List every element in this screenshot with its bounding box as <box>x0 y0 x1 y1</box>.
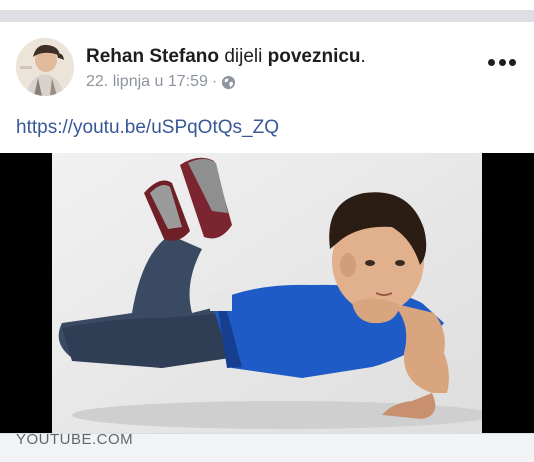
link-preview-image[interactable] <box>0 153 534 433</box>
post-meta: 22. lipnja u 17:59 · <box>86 73 236 91</box>
shared-object-link[interactable]: poveznicu <box>268 46 361 67</box>
more-dot <box>498 58 506 66</box>
header-period: . <box>360 46 366 67</box>
shared-link-url[interactable]: https://youtu.be/uSPqOtQs_ZQ <box>16 117 279 139</box>
feed-post: Rehan Stefano dijeli poveznicu. 22. lipn… <box>0 22 534 462</box>
globe-icon[interactable] <box>221 75 236 90</box>
feed-divider <box>0 10 534 22</box>
more-dot <box>509 58 516 66</box>
preview-photo <box>52 153 482 433</box>
timestamp[interactable]: 22. lipnja u 17:59 <box>86 73 208 91</box>
action-verb: dijeli <box>224 46 263 67</box>
previous-post-edge <box>0 0 534 10</box>
avatar-image <box>16 38 74 96</box>
more-dot <box>488 58 495 66</box>
more-options-icon[interactable] <box>486 55 518 69</box>
link-domain: YOUTUBE.COM <box>16 431 134 448</box>
meta-separator: · <box>211 73 218 90</box>
author-name[interactable]: Rehan Stefano <box>86 46 219 67</box>
avatar[interactable] <box>16 38 74 96</box>
post-header-text: Rehan Stefano dijeli poveznicu. <box>86 45 366 69</box>
